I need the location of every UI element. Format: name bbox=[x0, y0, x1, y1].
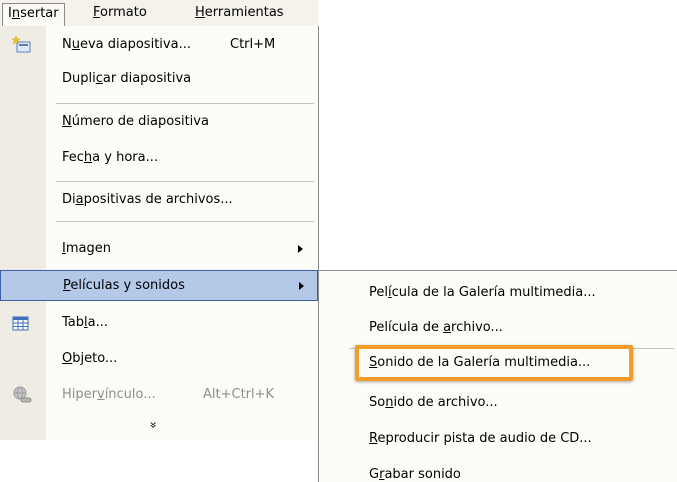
item-label: Hiper bbox=[62, 387, 97, 402]
item-label: Tab bbox=[62, 315, 85, 330]
menu-bar: Insertar Formato Herramientas bbox=[0, 0, 318, 27]
item-label: So bbox=[369, 395, 386, 410]
hyperlink-icon bbox=[12, 386, 32, 404]
menu-label: erramientas bbox=[204, 5, 284, 20]
menu-item-numero-diapositiva[interactable]: Número de diapositiva bbox=[0, 107, 318, 137]
menu-herramientas[interactable]: Herramientas bbox=[190, 3, 289, 23]
item-label: Pel bbox=[369, 285, 388, 300]
menu-item-objeto[interactable]: Objeto... bbox=[0, 344, 318, 374]
item-label-accel: c bbox=[95, 71, 103, 86]
new-slide-icon bbox=[11, 35, 32, 54]
shortcut-label: Alt+Ctrl+K bbox=[203, 387, 275, 402]
item-label: ido de archivo... bbox=[393, 395, 498, 410]
item-label-accel: h bbox=[83, 150, 93, 165]
menu-item-tabla[interactable]: Tabla... bbox=[0, 308, 318, 338]
menu-item-diapositivas-archivos[interactable]: Diapositivas de archivos... bbox=[0, 185, 318, 215]
submenu-item-sonido-archivo[interactable]: Sonido de archivo... bbox=[319, 388, 677, 418]
shortcut-label: Ctrl+M bbox=[230, 37, 276, 52]
menu-separator bbox=[56, 103, 314, 104]
menu-item-duplicar-diapositiva[interactable]: Duplicar diapositiva bbox=[0, 64, 318, 94]
item-label: bjeto... bbox=[72, 351, 118, 366]
item-label: positivas de archivos... bbox=[83, 192, 233, 207]
menu-separator bbox=[56, 221, 314, 222]
item-label: a... bbox=[87, 315, 109, 330]
item-label: onido de la Galería multimedia... bbox=[377, 355, 591, 370]
table-icon bbox=[12, 314, 32, 332]
item-label: a y hora... bbox=[92, 150, 158, 165]
item-label: Di bbox=[62, 192, 76, 207]
item-label: abar sonido bbox=[384, 467, 461, 482]
menu-label-accel: H bbox=[195, 5, 205, 20]
menu-item-fecha-hora[interactable]: Fecha y hora... bbox=[0, 143, 318, 173]
item-label: Película de bbox=[369, 320, 444, 335]
item-label: elículas y sonidos bbox=[70, 278, 185, 293]
menu-label: ormato bbox=[100, 5, 147, 20]
movies-sounds-submenu: Película de la Galería multimedia... Pel… bbox=[318, 270, 677, 482]
item-label: G bbox=[369, 467, 380, 482]
item-label: Dupli bbox=[62, 71, 96, 86]
item-label-accel: a bbox=[443, 320, 452, 335]
menu-insertar[interactable]: Insertar bbox=[2, 3, 65, 27]
submenu-item-pelicula-galeria[interactable]: Película de la Galería multimedia... bbox=[319, 278, 677, 308]
item-label: N bbox=[62, 37, 72, 52]
item-label-accel: u bbox=[71, 37, 80, 52]
insert-menu: Nueva diapositiva... Ctrl+M Duplicar dia… bbox=[0, 26, 319, 440]
menu-separator bbox=[56, 181, 314, 182]
item-label: ínculo... bbox=[104, 387, 156, 402]
menu-label-accel: F bbox=[93, 5, 101, 20]
item-label-accel: N bbox=[62, 114, 72, 129]
item-label: eva diapositiva... bbox=[79, 37, 191, 52]
submenu-item-grabar-sonido[interactable]: Grabar sonido bbox=[319, 460, 677, 482]
item-label: cula de la Galería multimedia... bbox=[391, 285, 596, 300]
expand-chevron-icon[interactable]: » bbox=[147, 421, 161, 428]
submenu-arrow-icon bbox=[299, 282, 304, 290]
item-label-accel: v bbox=[96, 387, 105, 402]
menu-label-accel: n bbox=[11, 6, 21, 21]
menu-formato[interactable]: Formato bbox=[88, 3, 152, 23]
menu-item-nueva-diapositiva[interactable]: Nueva diapositiva... Ctrl+M bbox=[0, 30, 318, 60]
item-label: eproducir pista de audio de CD... bbox=[377, 431, 592, 446]
item-label-accel: O bbox=[62, 351, 73, 366]
menu-item-hipervinculo[interactable]: Hipervínculo... Alt+Ctrl+K bbox=[0, 380, 318, 410]
submenu-arrow-icon bbox=[298, 245, 303, 253]
item-label: Fec bbox=[62, 150, 84, 165]
item-label: úmero de diapositiva bbox=[71, 114, 209, 129]
item-label-accel: a bbox=[75, 192, 84, 207]
item-label: magen bbox=[65, 241, 111, 256]
menu-item-imagen[interactable]: Imagen bbox=[0, 234, 318, 264]
submenu-item-reproducir-cd[interactable]: Reproducir pista de audio de CD... bbox=[319, 424, 677, 454]
item-label: ar diapositiva bbox=[102, 71, 192, 86]
menu-label: sertar bbox=[20, 6, 59, 21]
menu-item-peliculas-sonidos[interactable]: Películas y sonidos bbox=[0, 270, 318, 301]
item-label: rchivo... bbox=[451, 320, 503, 335]
submenu-item-sonido-galeria[interactable]: Sonido de la Galería multimedia... bbox=[319, 348, 677, 378]
submenu-item-pelicula-archivo[interactable]: Película de archivo... bbox=[319, 313, 677, 343]
